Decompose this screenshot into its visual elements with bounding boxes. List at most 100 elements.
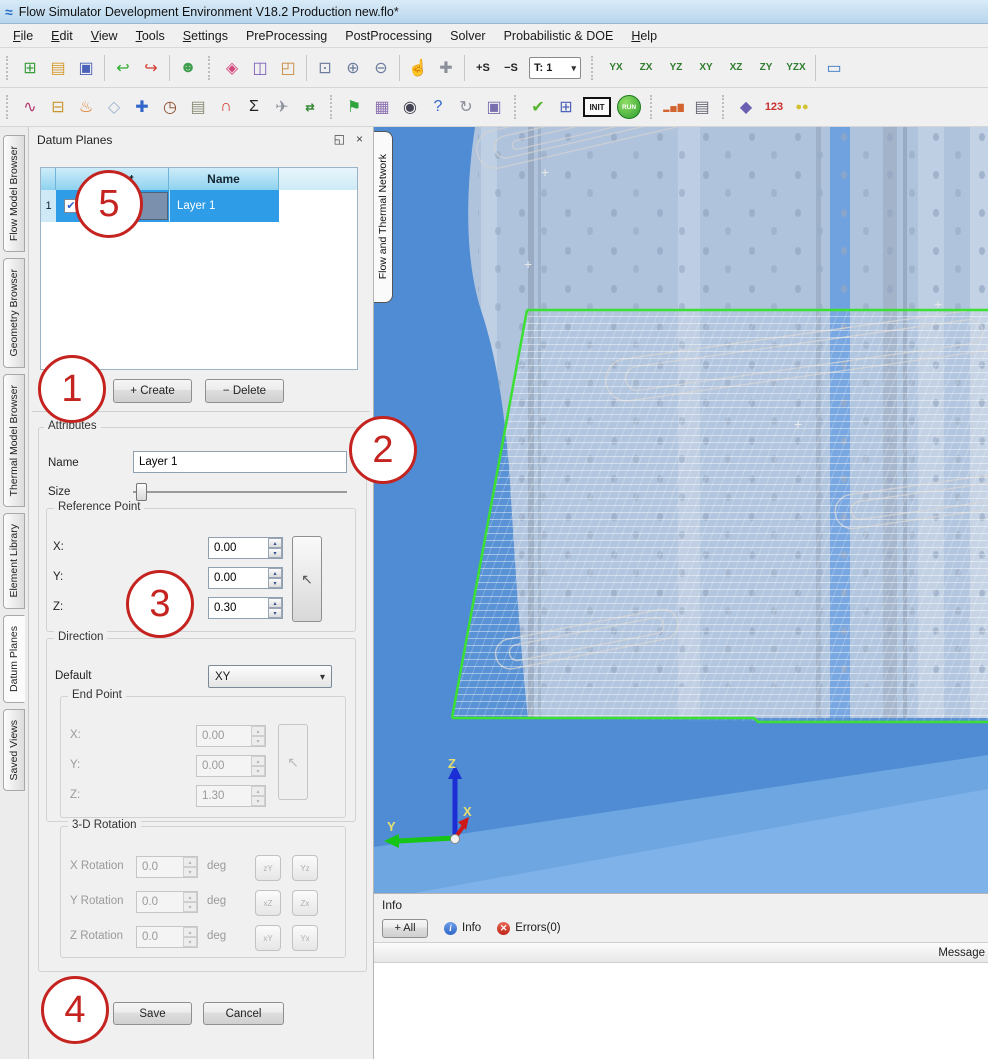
pick-reference-point-button[interactable]: ↖ <box>292 536 322 622</box>
rotate-free-icon[interactable]: ✚ <box>433 55 459 81</box>
viewport-3d[interactable]: ++ ++ Z Y X <box>374 127 988 893</box>
sidebar-item-thermal-model-browser[interactable]: Thermal Model Browser <box>3 374 25 507</box>
new-model-icon[interactable]: ⊞ <box>17 55 43 81</box>
user-profile-icon[interactable]: ☻ <box>175 55 201 81</box>
sidebar-item-flow-model-browser[interactable]: Flow Model Browser <box>3 135 25 252</box>
toolbar-drag-handle[interactable] <box>208 56 214 80</box>
sidebar-item-saved-views[interactable]: Saved Views <box>3 709 25 792</box>
tab-flow-and-thermal-network[interactable]: Flow and Thermal Network <box>374 131 393 303</box>
view-results-icon[interactable]: ◉ <box>397 94 423 120</box>
reconnect-icon[interactable]: ●● <box>789 94 815 120</box>
float-panel-icon[interactable]: ◱ <box>334 132 345 146</box>
ref-y-spinner[interactable] <box>208 567 283 589</box>
view-yz-icon[interactable]: YZ <box>662 55 690 81</box>
init-button[interactable]: INIT <box>583 97 611 117</box>
redo-icon[interactable]: ↪ <box>138 55 164 81</box>
view-xz-icon[interactable]: XZ <box>722 55 750 81</box>
probabilistic-chart-icon[interactable]: ▂▅▇ <box>661 94 687 120</box>
message-column-header[interactable]: Message <box>374 942 988 963</box>
view-zx-icon[interactable]: ZX <box>632 55 660 81</box>
run-button[interactable]: RUN <box>617 95 641 119</box>
fit-model-icon[interactable]: ◫ <box>247 55 273 81</box>
renumber-icon[interactable]: 123 <box>761 94 787 120</box>
zoom-window-icon[interactable]: ⊡ <box>312 55 338 81</box>
undo-icon[interactable]: ↩ <box>110 55 136 81</box>
fit-all-icon[interactable]: ◰ <box>275 55 301 81</box>
fit-network-icon[interactable]: ◈ <box>219 55 245 81</box>
cancel-button[interactable]: Cancel <box>203 1002 284 1025</box>
toolbar-drag-handle[interactable] <box>650 95 656 119</box>
info-filter-label[interactable]: Info <box>462 922 481 934</box>
global-local-icon[interactable]: ⇄ <box>297 94 323 120</box>
time-step-icon[interactable]: ▤ <box>185 94 211 120</box>
toolbar-drag-handle[interactable] <box>330 95 336 119</box>
menu-tools[interactable]: Tools <box>127 26 174 46</box>
sidebar-item-datum-planes[interactable]: Datum Planes <box>3 615 25 703</box>
view-yx-icon[interactable]: YX <box>602 55 630 81</box>
toolbar-drag-handle[interactable] <box>6 56 12 80</box>
display-settings-icon[interactable]: ▭ <box>821 55 847 81</box>
menu-probabilistic-doe[interactable]: Probabilistic & DOE <box>495 26 623 46</box>
link-elements-icon[interactable]: ◆ <box>733 94 759 120</box>
menu-solver[interactable]: Solver <box>441 26 494 46</box>
errors-filter-label[interactable]: Errors(0) <box>515 922 560 934</box>
create-button[interactable]: + Create <box>113 379 192 403</box>
contour-plot-icon[interactable]: ⚑ <box>341 94 367 120</box>
aircraft-icon[interactable]: ✈ <box>269 94 295 120</box>
toolbar-drag-handle[interactable] <box>722 95 728 119</box>
zoom-out-icon[interactable]: ⊖ <box>368 55 394 81</box>
delete-button[interactable]: − Delete <box>205 379 284 403</box>
refresh-results-icon[interactable]: ↻ <box>453 94 479 120</box>
menu-preprocessing[interactable]: PreProcessing <box>237 26 336 46</box>
open-model-icon[interactable]: ▤ <box>45 55 71 81</box>
table-results-icon[interactable]: ▦ <box>369 94 395 120</box>
t-selector-dropdown[interactable]: T: 1 <box>529 57 581 79</box>
menu-view[interactable]: View <box>82 26 127 46</box>
spin-down-icon[interactable] <box>268 578 282 588</box>
report-icon[interactable]: ▤ <box>689 94 715 120</box>
save-button[interactable]: Save <box>113 1002 192 1025</box>
view-zy-icon[interactable]: ZY <box>752 55 780 81</box>
add-solver-icon[interactable]: +S <box>470 55 496 81</box>
viewport-canvas[interactable]: ++ ++ Z Y X <box>374 127 988 893</box>
query-results-icon[interactable]: ? <box>425 94 451 120</box>
column-header-name[interactable]: Name <box>169 168 279 190</box>
menu-help[interactable]: Help <box>622 26 666 46</box>
toolbar-drag-handle[interactable] <box>591 56 597 80</box>
menu-edit[interactable]: Edit <box>42 26 82 46</box>
sidebar-item-element-library[interactable]: Element Library <box>3 513 25 609</box>
view-iso-icon[interactable]: YZX <box>782 55 810 81</box>
transient-monitor-icon[interactable]: ◷ <box>157 94 183 120</box>
menu-file[interactable]: File <box>4 26 42 46</box>
spin-down-icon[interactable] <box>268 548 282 558</box>
toolbar-drag-handle[interactable] <box>6 95 12 119</box>
ref-x-spinner[interactable] <box>208 537 283 559</box>
view-xy-icon[interactable]: XY <box>692 55 720 81</box>
save-model-icon[interactable]: ▣ <box>73 55 99 81</box>
remove-solver-icon[interactable]: −S <box>498 55 524 81</box>
combustor-icon[interactable]: ♨ <box>73 94 99 120</box>
menu-postprocessing[interactable]: PostProcessing <box>336 26 441 46</box>
create-element-icon[interactable]: ∿ <box>17 94 43 120</box>
add-chamber-icon[interactable]: ✚ <box>129 94 155 120</box>
spin-up-icon[interactable] <box>268 538 282 548</box>
pan-icon[interactable]: ☝ <box>405 55 431 81</box>
spin-down-icon[interactable] <box>268 608 282 618</box>
zoom-in-icon[interactable]: ⊕ <box>340 55 366 81</box>
ref-z-spinner[interactable] <box>208 597 283 619</box>
name-field[interactable] <box>133 451 347 473</box>
direction-default-dropdown[interactable]: XY <box>208 665 332 688</box>
datum-plane[interactable] <box>444 310 988 723</box>
close-icon[interactable]: × <box>356 132 363 146</box>
message-list[interactable] <box>374 963 988 1059</box>
spin-up-icon[interactable] <box>268 598 282 608</box>
all-filter-button[interactable]: + All <box>382 919 428 938</box>
toolbar-drag-handle[interactable] <box>514 95 520 119</box>
size-slider[interactable] <box>133 483 347 501</box>
summary-icon[interactable]: Σ <box>241 94 267 120</box>
sidebar-item-geometry-browser[interactable]: Geometry Browser <box>3 258 25 368</box>
chamber-icon[interactable]: ◇ <box>101 94 127 120</box>
spin-up-icon[interactable] <box>268 568 282 578</box>
spline-icon[interactable]: ∩ <box>213 94 239 120</box>
slider-track[interactable] <box>133 491 347 493</box>
